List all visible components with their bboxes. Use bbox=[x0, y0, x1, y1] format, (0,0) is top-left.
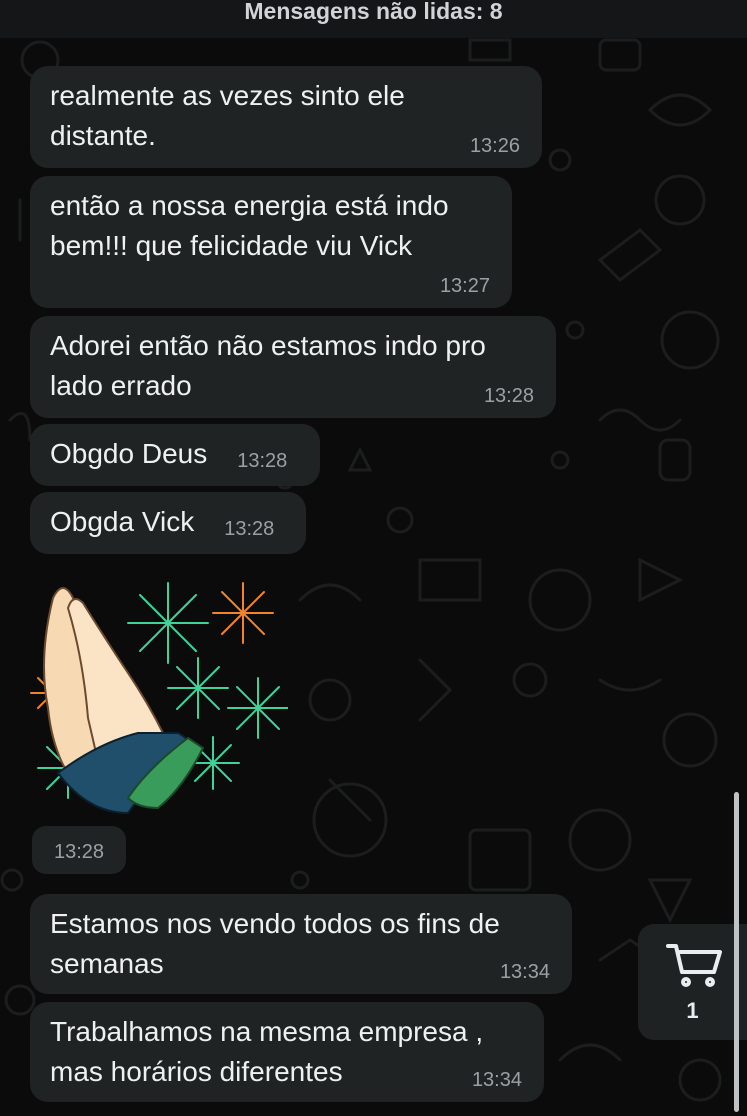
message-bubble[interactable]: Adorei então não estamos indo pro lado e… bbox=[30, 316, 556, 418]
message-bubble[interactable]: Obgdo Deus 13:28 bbox=[30, 424, 320, 486]
message-time: 13:28 bbox=[483, 385, 534, 407]
message-bubble[interactable]: Trabalhamos na mesma empresa , mas horár… bbox=[30, 1002, 544, 1102]
sticker-time: 13:28 bbox=[32, 826, 126, 874]
message-text-line: realmente as vezes sinto ele bbox=[50, 80, 405, 111]
message-text-line: Estamos nos vendo todos os fins de bbox=[50, 908, 500, 939]
message-text: Obgdo Deus bbox=[50, 438, 208, 469]
message-bubble[interactable]: Estamos nos vendo todos os fins de seman… bbox=[30, 894, 572, 994]
message-bubble[interactable]: então a nossa energia está indo bem!!! q… bbox=[30, 176, 512, 308]
message-text-line: mas horários diferentes bbox=[50, 1056, 343, 1087]
message-time: 13:28 bbox=[224, 518, 275, 540]
message-text-line: bem!!! que felicidade viu Vick bbox=[50, 230, 413, 261]
message-text-line: semanas bbox=[50, 948, 164, 979]
unread-messages-banner: Mensagens não lidas: 8 bbox=[0, 0, 747, 38]
message-time: 13:27 bbox=[439, 275, 490, 297]
cart-count-badge: 1 bbox=[686, 998, 699, 1023]
message-bubble[interactable]: Obgda Vick 13:28 bbox=[30, 492, 306, 554]
message-bubble[interactable]: realmente as vezes sinto ele distante. 1… bbox=[30, 66, 542, 168]
message-time: 13:34 bbox=[471, 1069, 522, 1091]
message-text-line: Trabalhamos na mesma empresa , bbox=[50, 1016, 484, 1047]
praying-hands-sticker[interactable] bbox=[28, 568, 289, 818]
message-time: 13:26 bbox=[469, 135, 520, 157]
message-time: 13:34 bbox=[499, 961, 550, 983]
message-text-line: então a nossa energia está indo bbox=[50, 190, 449, 221]
message-time: 13:28 bbox=[237, 450, 288, 472]
message-text: Obgda Vick bbox=[50, 506, 195, 537]
scrollbar[interactable] bbox=[734, 792, 739, 1112]
cart-button[interactable]: 1 bbox=[638, 924, 747, 1040]
message-text-line: lado errado bbox=[50, 370, 192, 401]
message-text-line: distante. bbox=[50, 120, 156, 151]
cart-icon bbox=[666, 944, 722, 987]
unread-messages-label: Mensagens não lidas: 8 bbox=[244, 0, 503, 24]
message-text-line: Adorei então não estamos indo pro bbox=[50, 330, 486, 361]
